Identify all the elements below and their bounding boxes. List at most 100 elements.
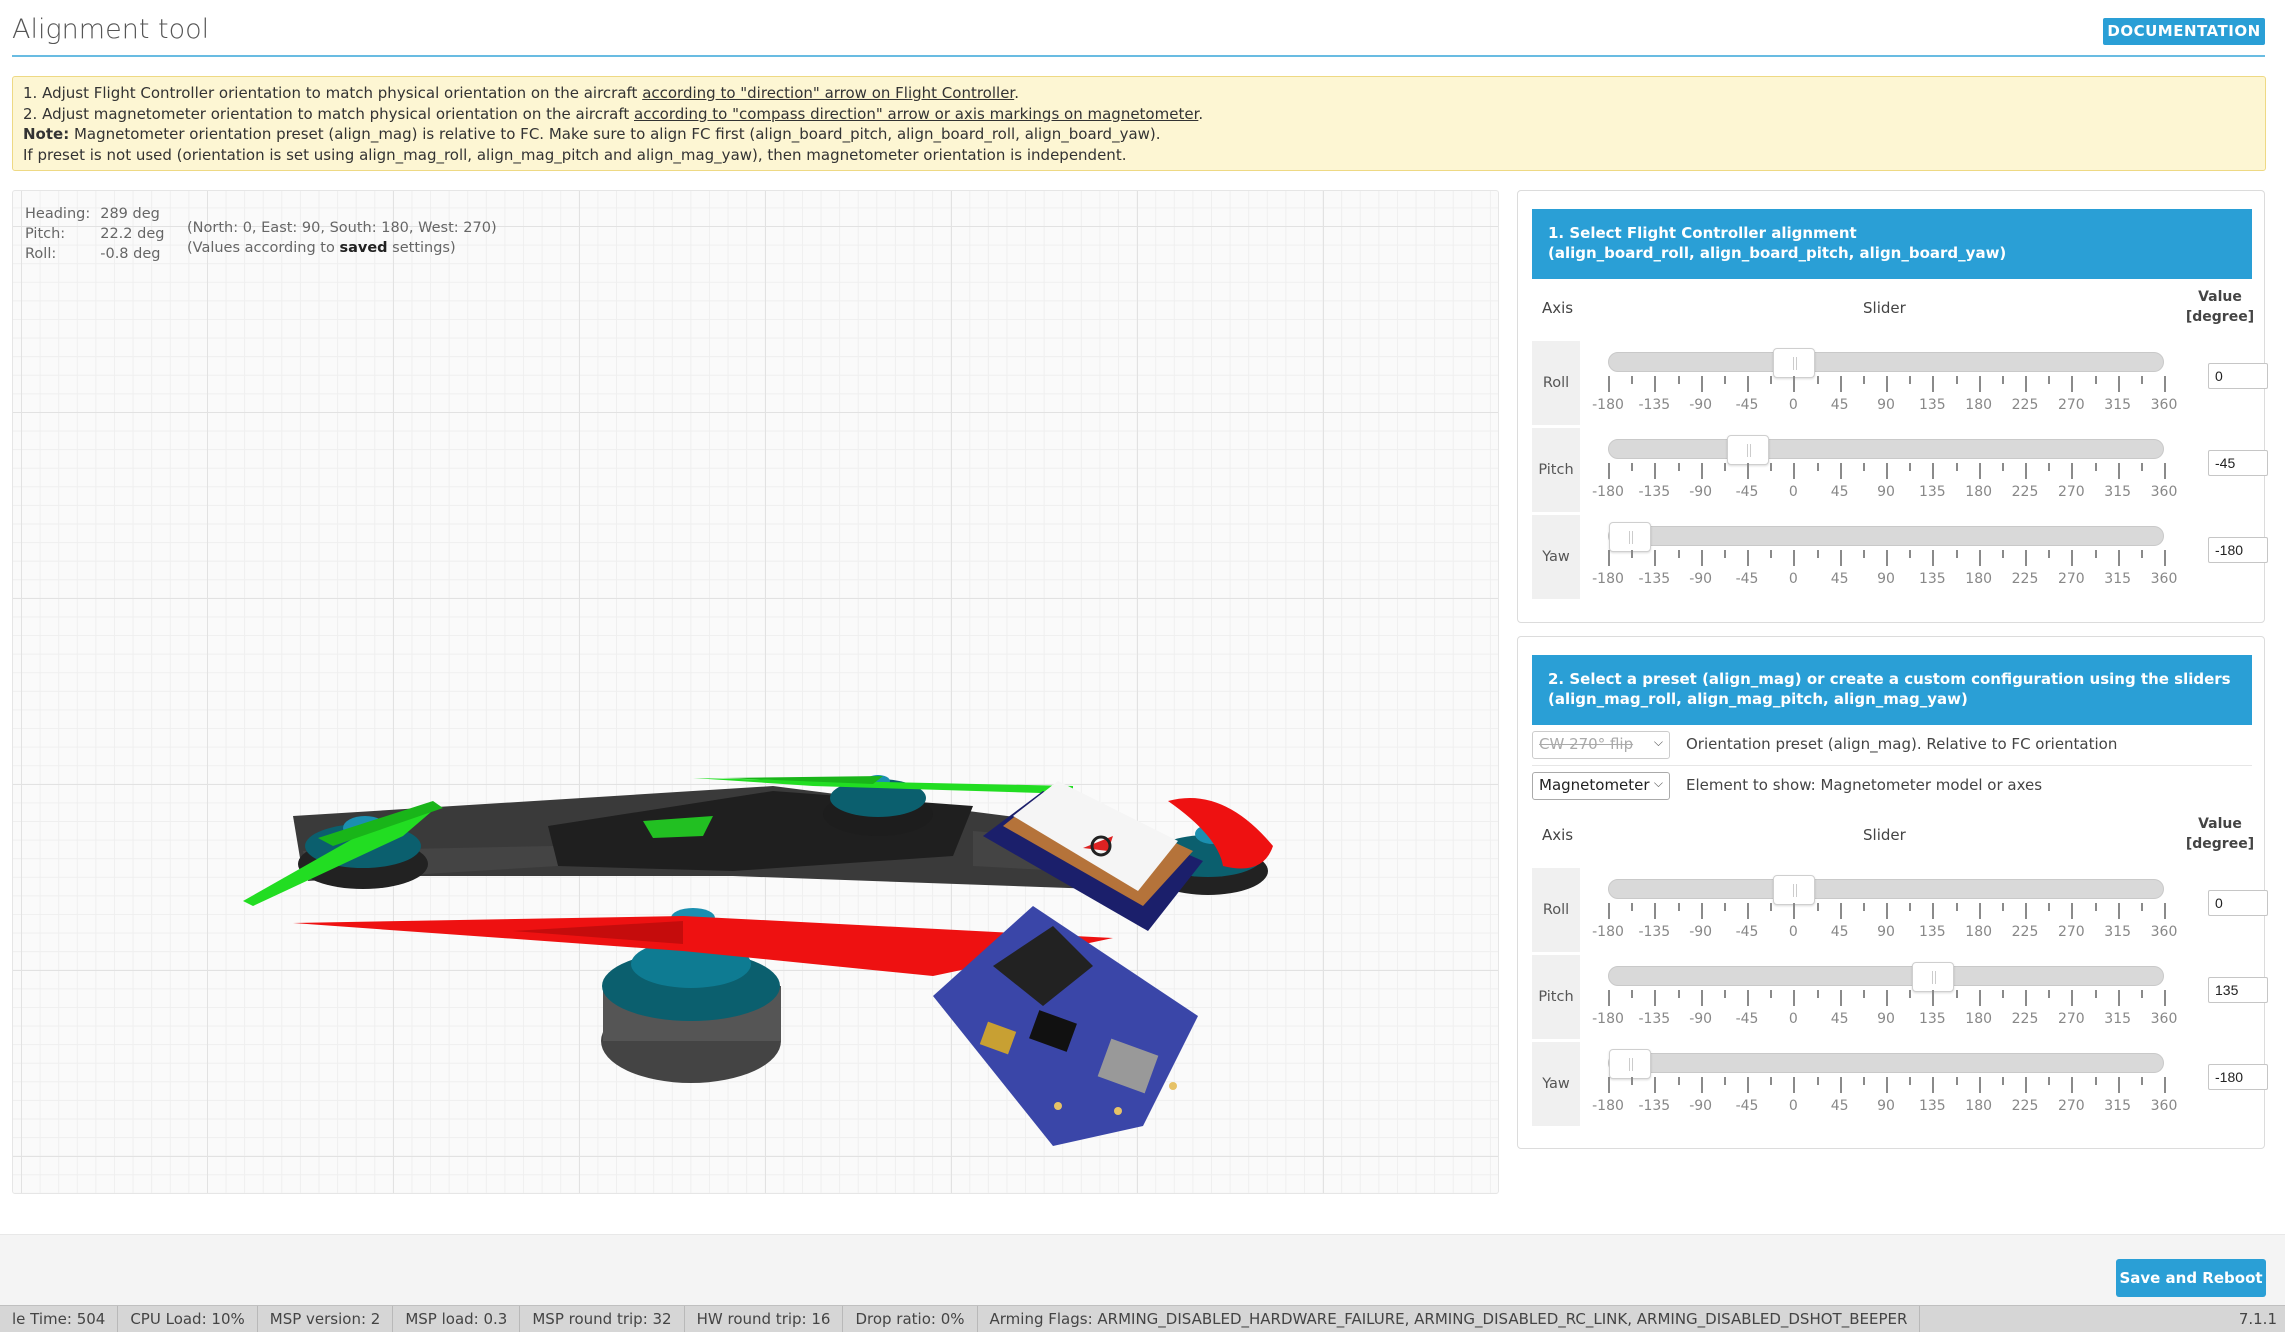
- scale-label: 360: [2150, 484, 2178, 500]
- yaw-value-input[interactable]: [2208, 1064, 2268, 1090]
- axis-label: Roll: [1532, 868, 1580, 952]
- model-viewport[interactable]: Heading: 289 deg Pitch: 22.2 deg Roll: -0.8…: [12, 190, 1499, 1194]
- slider-ticks: [1608, 550, 2166, 568]
- slider-handle[interactable]: [1609, 522, 1651, 552]
- slider-handle[interactable]: [1912, 962, 1955, 992]
- slider-tick: [2001, 463, 2004, 471]
- slider-tick: [2094, 550, 2097, 558]
- yaw-value-input[interactable]: [2208, 537, 2268, 563]
- scale-label: 180: [1965, 1098, 1993, 1114]
- slider-tick: [2140, 1077, 2143, 1085]
- slider-tick: [1700, 463, 1703, 479]
- element-desc: Element to show: Magnetometer model or a…: [1686, 776, 2043, 794]
- scale-label: 0: [1788, 571, 1798, 587]
- mag-preset-select[interactable]: CW 270° flip ⌵: [1532, 731, 1670, 759]
- element-select[interactable]: Magnetometer ⌵: [1532, 772, 1670, 800]
- mag-direction-link[interactable]: according to "compass direction" arrow o…: [634, 105, 1198, 123]
- scale-label: -180: [1592, 484, 1624, 500]
- heading-label: Heading:: [25, 206, 91, 222]
- scale-label: 225: [2011, 571, 2039, 587]
- scale-label: 180: [1965, 924, 1993, 940]
- slider-tick: [1654, 990, 1657, 1006]
- compass-hint: (North: 0, East: 90, South: 180, West: 2…: [187, 220, 497, 236]
- scale-label: -180: [1592, 397, 1624, 413]
- status-item: MSP version: 2: [258, 1306, 394, 1332]
- scale-label: 270: [2057, 924, 2085, 940]
- axis-label: Yaw: [1532, 515, 1580, 599]
- slider-ticks: [1608, 903, 2166, 921]
- slider-tick: [1747, 990, 1749, 1006]
- scale-label: 315: [2104, 1098, 2132, 1114]
- slider-tick: [2025, 376, 2027, 392]
- scale-label: 0: [1788, 484, 1798, 500]
- roll-slider[interactable]: [1608, 348, 2164, 378]
- mag-col-value: Value [degree]: [2185, 814, 2255, 854]
- slider-tick: [1839, 463, 1842, 479]
- pitch-value-input[interactable]: [2208, 450, 2268, 476]
- heading-value: 289 deg: [100, 206, 160, 222]
- yaw-slider[interactable]: [1608, 1049, 2164, 1079]
- fc-alignment-panel: 1. Select Flight Controller alignment (a…: [1517, 190, 2268, 623]
- documentation-button[interactable]: DOCUMENTATION: [2103, 18, 2265, 45]
- slider-tick: [1909, 990, 1912, 998]
- slider-tick: [1816, 376, 1819, 384]
- scale-label: 45: [1830, 1011, 1849, 1027]
- slider-handle[interactable]: [1609, 1049, 1651, 1079]
- slider-tick: [2094, 1077, 2097, 1085]
- pitch-slider[interactable]: [1608, 962, 2164, 992]
- slider-tick: [1932, 903, 1935, 919]
- slider-handle[interactable]: [1727, 435, 1769, 465]
- slider-scale: -180 -135 -90 -45 0 45 90 135 180 225 270 315 360: [1592, 484, 2177, 502]
- fc-direction-link[interactable]: according to "direction" arrow on Flight…: [642, 84, 1014, 102]
- slider-tick: [2164, 990, 2166, 1006]
- slider-tick: [1700, 990, 1703, 1006]
- scale-label: -45: [1735, 397, 1759, 413]
- slider-tick: [1932, 1077, 1935, 1093]
- yaw-slider[interactable]: [1608, 522, 2164, 552]
- scale-label: -45: [1735, 924, 1759, 940]
- save-and-reboot-button[interactable]: Save and Reboot: [2116, 1259, 2266, 1297]
- chevron-down-icon: ⌵: [1653, 776, 1663, 790]
- slider-tick: [1631, 550, 1634, 558]
- roll-value-input[interactable]: [2208, 363, 2268, 389]
- note-line-3: Note: Magnetometer orientation preset (a…: [23, 124, 2255, 145]
- scale-label: 225: [2011, 924, 2039, 940]
- element-select-value: Magnetometer: [1539, 776, 1650, 794]
- slider-tick: [2001, 903, 2004, 911]
- slider-tick: [2071, 550, 2074, 566]
- slider-tick: [1723, 990, 1726, 998]
- roll-value-input[interactable]: [2208, 890, 2268, 916]
- mag-col-slider: Slider: [1863, 826, 1906, 844]
- scale-label: 315: [2104, 484, 2132, 500]
- scale-label: 45: [1830, 397, 1849, 413]
- roll-label: Roll:: [25, 246, 57, 262]
- saved-hint-post: settings): [387, 240, 456, 256]
- scale-label: -90: [1689, 1098, 1713, 1114]
- fc-heading-line-1: 1. Select Flight Controller alignment: [1548, 224, 1857, 242]
- slider-tick: [1793, 990, 1796, 1006]
- divider: [1532, 765, 2252, 766]
- fc-col-axis: Axis: [1542, 299, 1574, 317]
- slider-tick: [2140, 550, 2143, 558]
- mag-preset-desc: Orientation preset (align_mag). Relative…: [1686, 735, 2118, 753]
- chevron-down-icon: ⌵: [1653, 735, 1663, 749]
- info-note: 1. Adjust Flight Controller orientation …: [12, 76, 2266, 171]
- mag-col-value-2: [degree]: [2185, 836, 2255, 852]
- slider-handle[interactable]: [1773, 875, 1816, 905]
- slider-handle[interactable]: [1773, 348, 1816, 378]
- roll-slider[interactable]: [1608, 875, 2164, 905]
- scale-label: 315: [2104, 571, 2132, 587]
- scale-label: 360: [2150, 924, 2178, 940]
- axis-label: Roll: [1532, 341, 1580, 425]
- scale-label: 135: [1918, 397, 1946, 413]
- mag-preset-value: CW 270° flip: [1539, 735, 1634, 753]
- pitch-value-input[interactable]: [2208, 977, 2268, 1003]
- status-item: le Time: 504: [0, 1306, 119, 1332]
- slider-tick: [1793, 463, 1796, 479]
- slider-tick: [1608, 463, 1610, 479]
- slider-tick: [1978, 1077, 1981, 1093]
- fc-col-value: Value [degree]: [2185, 287, 2255, 327]
- pitch-slider[interactable]: [1608, 435, 2164, 465]
- slider-tick: [2001, 990, 2004, 998]
- slider-tick: [2071, 903, 2074, 919]
